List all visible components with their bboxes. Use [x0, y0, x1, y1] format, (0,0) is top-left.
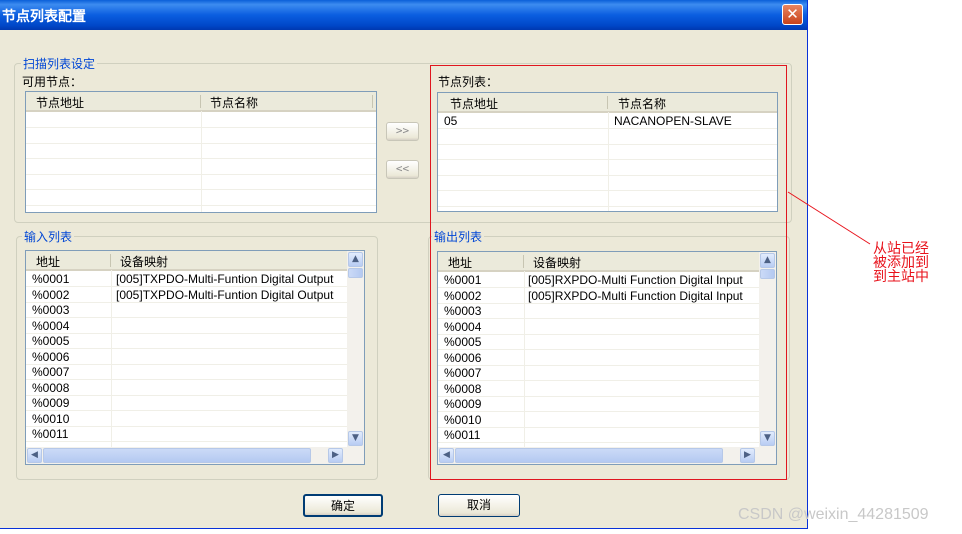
- cell-address: %0004: [32, 318, 70, 333]
- close-button[interactable]: ✕: [782, 4, 803, 25]
- column-header[interactable]: 地址: [36, 253, 60, 270]
- column-header[interactable]: 节点地址: [36, 94, 84, 111]
- table-row[interactable]: %0007: [26, 364, 364, 380]
- cell-value: [005]TXPDO-Multi-Funtion Digital Output: [116, 287, 334, 302]
- available-nodes-table[interactable]: 节点地址 节点名称: [25, 91, 377, 213]
- cell-address: %0010: [32, 411, 70, 426]
- table-row[interactable]: %0005: [26, 333, 364, 349]
- input-list-label: 输入列表: [22, 228, 75, 245]
- table-row[interactable]: [26, 159, 376, 175]
- cell-address: %0007: [32, 365, 70, 379]
- column-header[interactable]: 设备映射: [120, 253, 168, 270]
- table-row[interactable]: [26, 128, 376, 144]
- ok-button[interactable]: 确定: [303, 494, 383, 517]
- table-row[interactable]: %0008: [26, 380, 364, 396]
- cell-address: %0008: [32, 380, 70, 395]
- scroll-thumb[interactable]: [43, 448, 311, 463]
- cell-value: [005]TXPDO-Multi-Funtion Digital Output: [116, 272, 334, 286]
- scroll-thumb[interactable]: [348, 268, 363, 278]
- scroll-down-icon[interactable]: ▼: [348, 431, 363, 446]
- remove-node-button[interactable]: <<: [386, 160, 419, 179]
- vertical-scrollbar[interactable]: ▲ ▼: [347, 251, 364, 447]
- horizontal-scrollbar[interactable]: ◀ ▶: [26, 447, 364, 464]
- table-row[interactable]: %0003: [26, 302, 364, 318]
- scroll-left-icon[interactable]: ◀: [27, 448, 42, 463]
- scan-list-group-label: 扫描列表设定: [21, 55, 98, 72]
- table-row[interactable]: %0011: [26, 426, 364, 442]
- table-header: 节点地址 节点名称: [26, 92, 376, 112]
- cell-address: %0002: [32, 287, 70, 302]
- annotation-text: 从站已经被添加到到主站中: [873, 241, 929, 285]
- cancel-button[interactable]: 取消: [438, 494, 520, 517]
- table-row[interactable]: %0009: [26, 395, 364, 411]
- available-nodes-label: 可用节点：: [22, 75, 83, 89]
- table-row[interactable]: %0006: [26, 349, 364, 365]
- cell-address: %0003: [32, 303, 70, 317]
- watermark: CSDN @weixin_44281509: [738, 506, 929, 523]
- table-row[interactable]: %0004: [26, 318, 364, 334]
- table-header: 地址 设备映射: [26, 251, 347, 271]
- table-row[interactable]: %0001 [005]TXPDO-Multi-Funtion Digital Ou…: [26, 271, 364, 287]
- table-row[interactable]: %0010: [26, 411, 364, 427]
- table-row[interactable]: [26, 190, 376, 206]
- table-row[interactable]: [26, 174, 376, 190]
- cell-address: %0009: [32, 396, 70, 410]
- close-icon: ✕: [786, 5, 799, 23]
- column-header[interactable]: 节点名称: [210, 94, 258, 111]
- table-row[interactable]: [26, 143, 376, 159]
- table-row[interactable]: [26, 112, 376, 128]
- cell-address: %0011: [32, 427, 69, 441]
- input-list-table[interactable]: 地址 设备映射 %0001 [005]TXPDO-Multi-Funtion Di…: [25, 250, 365, 465]
- cell-address: %0005: [32, 334, 70, 348]
- window-title: 节点列表配置: [2, 9, 86, 25]
- cell-address: %0006: [32, 349, 70, 364]
- cell-address: %0001: [32, 272, 70, 286]
- title-bar[interactable]: 节点列表配置 ✕: [0, 0, 807, 30]
- highlight-box: [430, 65, 787, 480]
- table-row[interactable]: %0002 [005]TXPDO-Multi-Funtion Digital Ou…: [26, 287, 364, 303]
- add-node-button[interactable]: >>: [386, 122, 419, 141]
- scroll-up-icon[interactable]: ▲: [348, 252, 363, 267]
- scroll-right-icon[interactable]: ▶: [328, 448, 343, 463]
